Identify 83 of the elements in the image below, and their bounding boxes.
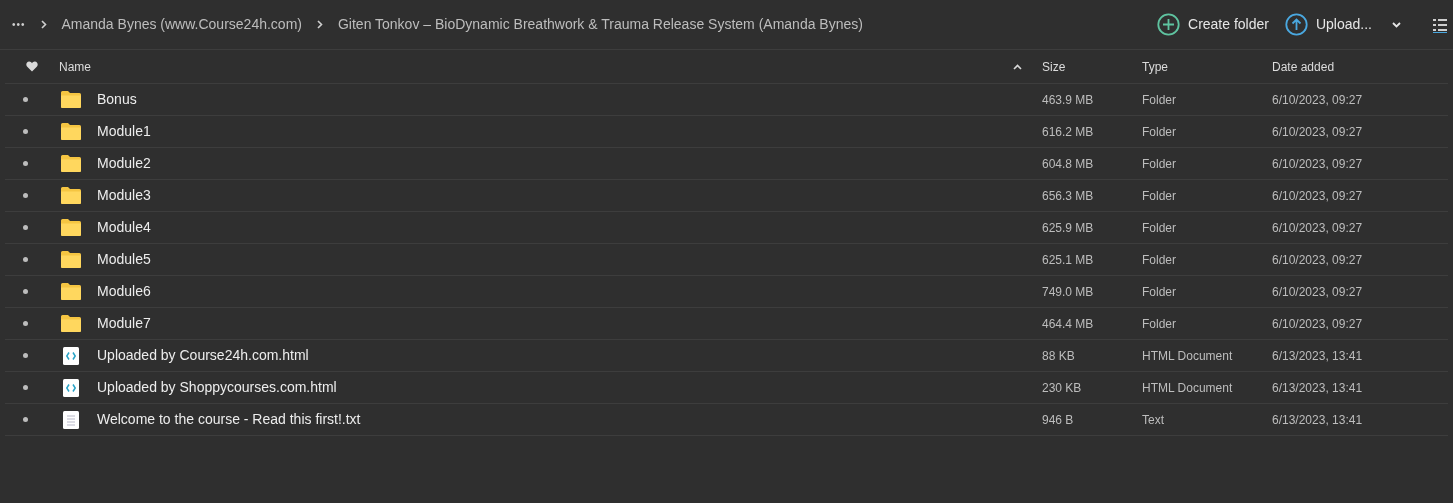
date-cell: 6/10/2023, 09:27 [1272,156,1363,171]
bullet-icon [22,417,28,422]
type-cell: Folder [1142,220,1176,235]
folder-icon [61,251,81,268]
chevron-right-icon [40,20,47,29]
file-name[interactable]: Uploaded by Shoppycourses.com.html [97,379,337,395]
file-name[interactable]: Module5 [97,251,151,267]
list-view-icon[interactable] [1433,16,1447,33]
size-cell: 625.9 MB [1042,220,1094,235]
heart-icon[interactable] [26,61,38,72]
column-header[interactable]: Size [1042,59,1066,74]
column-header[interactable]: Date added [1272,59,1335,74]
upload-icon [1284,13,1308,36]
size-cell: 88 KB [1042,348,1075,363]
size-cell: 749.0 MB [1042,284,1094,299]
bullet-icon [22,161,28,166]
date-cell: 6/10/2023, 09:27 [1272,188,1363,203]
type-cell: Folder [1142,124,1176,139]
date-cell: 6/10/2023, 09:27 [1272,220,1363,235]
file-name[interactable]: Module7 [97,315,151,331]
type-cell: Folder [1142,252,1176,267]
sort-ascending-icon[interactable] [1013,63,1022,70]
size-cell: 604.8 MB [1042,156,1094,171]
size-cell: 625.1 MB [1042,252,1094,267]
create-folder-button[interactable]: Create folder [1157,13,1269,36]
type-cell: Folder [1142,92,1176,107]
type-cell: Folder [1142,156,1176,171]
code-file-icon [63,346,79,365]
size-cell: 616.2 MB [1042,124,1094,139]
folder-icon [61,187,81,204]
bullet-icon [22,225,28,230]
date-cell: 6/13/2023, 13:41 [1272,412,1363,427]
file-name[interactable]: Module2 [97,155,151,171]
breadcrumb-link[interactable]: Amanda Bynes (www.Course24h.com) [61,14,302,35]
folder-icon [61,155,81,172]
date-cell: 6/10/2023, 09:27 [1272,316,1363,331]
chevron-right-icon [316,20,323,29]
date-cell: 6/10/2023, 09:27 [1272,252,1363,267]
size-cell: 463.9 MB [1042,92,1094,107]
column-header[interactable]: Type [1142,59,1168,74]
size-cell: 230 KB [1042,380,1082,395]
file-name[interactable]: Module1 [97,123,151,139]
file-name[interactable]: Module3 [97,187,151,203]
folder-icon [61,315,81,332]
bullet-icon [22,289,28,294]
date-cell: 6/13/2023, 13:41 [1272,380,1363,395]
breadcrumb-link[interactable]: Giten Tonkov – BioDynamic Breathwork & Trauma Release System (Amanda Bynes) [337,14,863,35]
bullet-icon [22,321,28,326]
size-cell: 464.4 MB [1042,316,1094,331]
size-cell: 946 B [1042,412,1074,427]
date-cell: 6/10/2023, 09:27 [1272,284,1363,299]
bullet-icon [22,353,28,358]
type-cell: Text [1142,412,1164,427]
type-cell: Folder [1142,188,1176,203]
bullet-icon [22,257,28,262]
column-header[interactable]: Name [59,57,91,76]
file-name[interactable]: Module6 [97,283,151,299]
bullet-icon [22,385,28,390]
type-cell: Folder [1142,284,1176,299]
date-cell: 6/13/2023, 13:41 [1272,348,1363,363]
bullet-icon [22,193,28,198]
bullet-icon [22,129,28,134]
caret-icon [1392,21,1401,28]
more-button[interactable]: ••• [12,17,26,32]
type-cell: HTML Document [1142,380,1233,395]
code-file-icon [63,378,79,397]
text-file-icon [63,410,79,429]
size-cell: 656.3 MB [1042,188,1094,203]
date-cell: 6/10/2023, 09:27 [1272,124,1363,139]
file-name[interactable]: Welcome to the course - Read this first!.txt [97,411,361,427]
folder-icon [61,91,81,108]
date-cell: 6/10/2023, 09:27 [1272,92,1363,107]
upload-button[interactable]: Upload... [1284,13,1401,36]
file-name[interactable]: Module4 [97,219,151,235]
folder-icon [61,123,81,140]
file-name[interactable]: Uploaded by Course24h.com.html [97,347,309,363]
type-cell: Folder [1142,316,1176,331]
folder-icon [61,283,81,300]
type-cell: HTML Document [1142,348,1233,363]
plus-circle-icon [1157,13,1180,36]
folder-icon [61,219,81,236]
file-name[interactable]: Bonus [97,91,137,107]
bullet-icon [22,97,28,102]
